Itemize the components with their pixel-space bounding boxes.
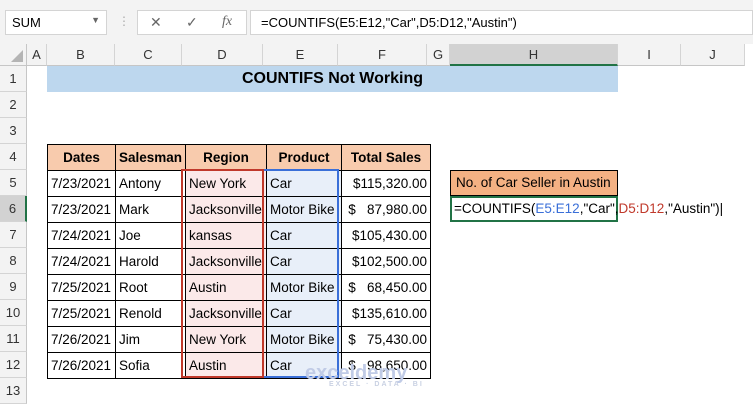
- table-row: 7/25/2021 Root Austin Motor Bike $ 68,450.00: [47, 274, 432, 301]
- formula-bar: SUM ▼ ⋮ ✕ ✓ fx =COUNTIFS(E5:E12,"Car",D5:…: [0, 0, 753, 44]
- table-row: 7/24/2021 Joe kansas Car $105,430.00: [47, 222, 432, 249]
- table-cell[interactable]: Joe: [114, 222, 187, 249]
- table-cell[interactable]: Car: [266, 222, 343, 249]
- active-formula-cell[interactable]: =COUNTIFS(E5:E12,"Car",D5:D12,"Austin")|: [450, 196, 723, 222]
- column-header-g[interactable]: G: [427, 44, 450, 66]
- table-cell[interactable]: 7/24/2021: [47, 222, 116, 249]
- row-header-1[interactable]: 1: [0, 66, 27, 92]
- table-cell[interactable]: $115,320.00: [341, 170, 432, 197]
- table-cell[interactable]: Car: [266, 170, 343, 197]
- table-cell[interactable]: Harold: [114, 248, 187, 275]
- table-cell[interactable]: 7/23/2021: [47, 170, 116, 197]
- table-cell[interactable]: Root: [114, 274, 187, 301]
- row-header-13[interactable]: 13: [0, 378, 27, 404]
- column-header-h[interactable]: H: [450, 44, 618, 66]
- sheet-title[interactable]: COUNTIFS Not Working: [47, 66, 618, 92]
- table-row: 7/23/2021 Mark Jacksonville Motor Bike $ 87,…: [47, 196, 432, 223]
- table-cell[interactable]: New York: [185, 326, 268, 353]
- table-cell[interactable]: 7/26/2021: [47, 326, 116, 353]
- table-cell[interactable]: New York: [185, 170, 268, 197]
- table-cell[interactable]: $ 68,450.00: [341, 274, 432, 301]
- row-header-3[interactable]: 3: [0, 118, 27, 144]
- enter-icon[interactable]: ✓: [186, 14, 198, 31]
- column-header-f[interactable]: F: [338, 44, 427, 66]
- name-box-value: SUM: [12, 15, 41, 30]
- table-header-cell[interactable]: Dates: [47, 144, 116, 171]
- table-cell[interactable]: Jacksonville: [185, 248, 268, 275]
- table-cell[interactable]: kansas: [185, 222, 268, 249]
- formula-input[interactable]: =COUNTIFS(E5:E12,"Car",D5:D12,"Austin"): [250, 10, 753, 35]
- table-cell[interactable]: Mark: [114, 196, 187, 223]
- formula-range-d: D5:D12: [618, 201, 665, 216]
- table-cell[interactable]: $105,430.00: [341, 222, 432, 249]
- column-header-c[interactable]: C: [115, 44, 182, 66]
- row-header-7[interactable]: 7: [0, 222, 27, 248]
- table-cell[interactable]: Car: [266, 300, 343, 327]
- column-header-e[interactable]: E: [263, 44, 338, 66]
- table-cell[interactable]: Motor Bike: [266, 274, 343, 301]
- column-header-d[interactable]: D: [182, 44, 263, 66]
- formula-part: =COUNTIFS(: [454, 201, 536, 216]
- table-cell[interactable]: 7/25/2021: [47, 300, 116, 327]
- column-header-a[interactable]: A: [27, 44, 47, 66]
- row-header-12[interactable]: 12: [0, 352, 27, 378]
- table-cell[interactable]: 7/24/2021: [47, 248, 116, 275]
- table-header-cell[interactable]: Region: [185, 144, 268, 171]
- row-header-10[interactable]: 10: [0, 300, 27, 326]
- formula-part: ,"Austin"): [664, 201, 720, 216]
- table-cell[interactable]: Motor Bike: [266, 326, 343, 353]
- row-header-4[interactable]: 4: [0, 144, 27, 170]
- result-label-cell[interactable]: No. of Car Seller in Austin: [450, 170, 618, 196]
- table-cell[interactable]: $102,500.00: [341, 248, 432, 275]
- select-all-button[interactable]: [0, 44, 27, 66]
- fx-icon[interactable]: fx: [222, 14, 232, 30]
- table-header-cell[interactable]: Product: [266, 144, 343, 171]
- watermark-logo: exceldemy EXCEL · DATA · BI: [305, 362, 424, 388]
- formula-range-e: E5:E12: [535, 201, 580, 216]
- table-cell[interactable]: 7/26/2021: [47, 352, 116, 379]
- table-cell[interactable]: Jim: [114, 326, 187, 353]
- row-header-11[interactable]: 11: [0, 326, 27, 352]
- row-header-5[interactable]: 5: [0, 170, 27, 196]
- table-row: 7/25/2021 Renold Jacksonville Car $135,610.0…: [47, 300, 432, 327]
- table-cell[interactable]: Jacksonville: [185, 300, 268, 327]
- table-cell[interactable]: Antony: [114, 170, 187, 197]
- table-cell[interactable]: Jacksonville: [185, 196, 268, 223]
- column-header-i[interactable]: I: [618, 44, 681, 66]
- column-header-j[interactable]: J: [681, 44, 745, 66]
- formula-part: ,"Car",: [579, 201, 619, 216]
- table-header-cell[interactable]: Total Sales: [341, 144, 432, 171]
- table-cell[interactable]: $ 75,430.00: [341, 326, 432, 353]
- row-header-9[interactable]: 9: [0, 274, 27, 300]
- formula-buttons: ✕ ✓ fx: [137, 10, 247, 35]
- row-header-8[interactable]: 8: [0, 248, 27, 274]
- table-row: 7/24/2021 Harold Jacksonville Car $102,500.0…: [47, 248, 432, 275]
- table-cell[interactable]: $ 87,980.00: [341, 196, 432, 223]
- table-row: 7/23/2021 Antony New York Car $115,320.00: [47, 170, 432, 197]
- row-header-6[interactable]: 6: [0, 196, 27, 222]
- table-cell[interactable]: Motor Bike: [266, 196, 343, 223]
- table-cell[interactable]: Austin: [185, 352, 268, 379]
- chevron-down-icon[interactable]: ▼: [91, 15, 100, 25]
- row-header-2[interactable]: 2: [0, 92, 27, 118]
- table-cell[interactable]: Car: [266, 248, 343, 275]
- sales-table: Dates Salesman Region Product Total Sales 7/…: [47, 144, 432, 379]
- table-cell[interactable]: 7/23/2021: [47, 196, 116, 223]
- table-cell[interactable]: $135,610.00: [341, 300, 432, 327]
- table-cell[interactable]: Renold: [114, 300, 187, 327]
- drag-handle-icon[interactable]: ⋮: [118, 14, 130, 28]
- name-box[interactable]: SUM ▼: [5, 10, 107, 35]
- table-cell[interactable]: Sofia: [114, 352, 187, 379]
- table-row: 7/26/2021 Jim New York Motor Bike $ 75,430.0…: [47, 326, 432, 353]
- table-header-cell[interactable]: Salesman: [114, 144, 187, 171]
- table-cell[interactable]: Austin: [185, 274, 268, 301]
- cancel-icon[interactable]: ✕: [150, 14, 162, 31]
- column-header-b[interactable]: B: [47, 44, 115, 66]
- table-cell[interactable]: 7/25/2021: [47, 274, 116, 301]
